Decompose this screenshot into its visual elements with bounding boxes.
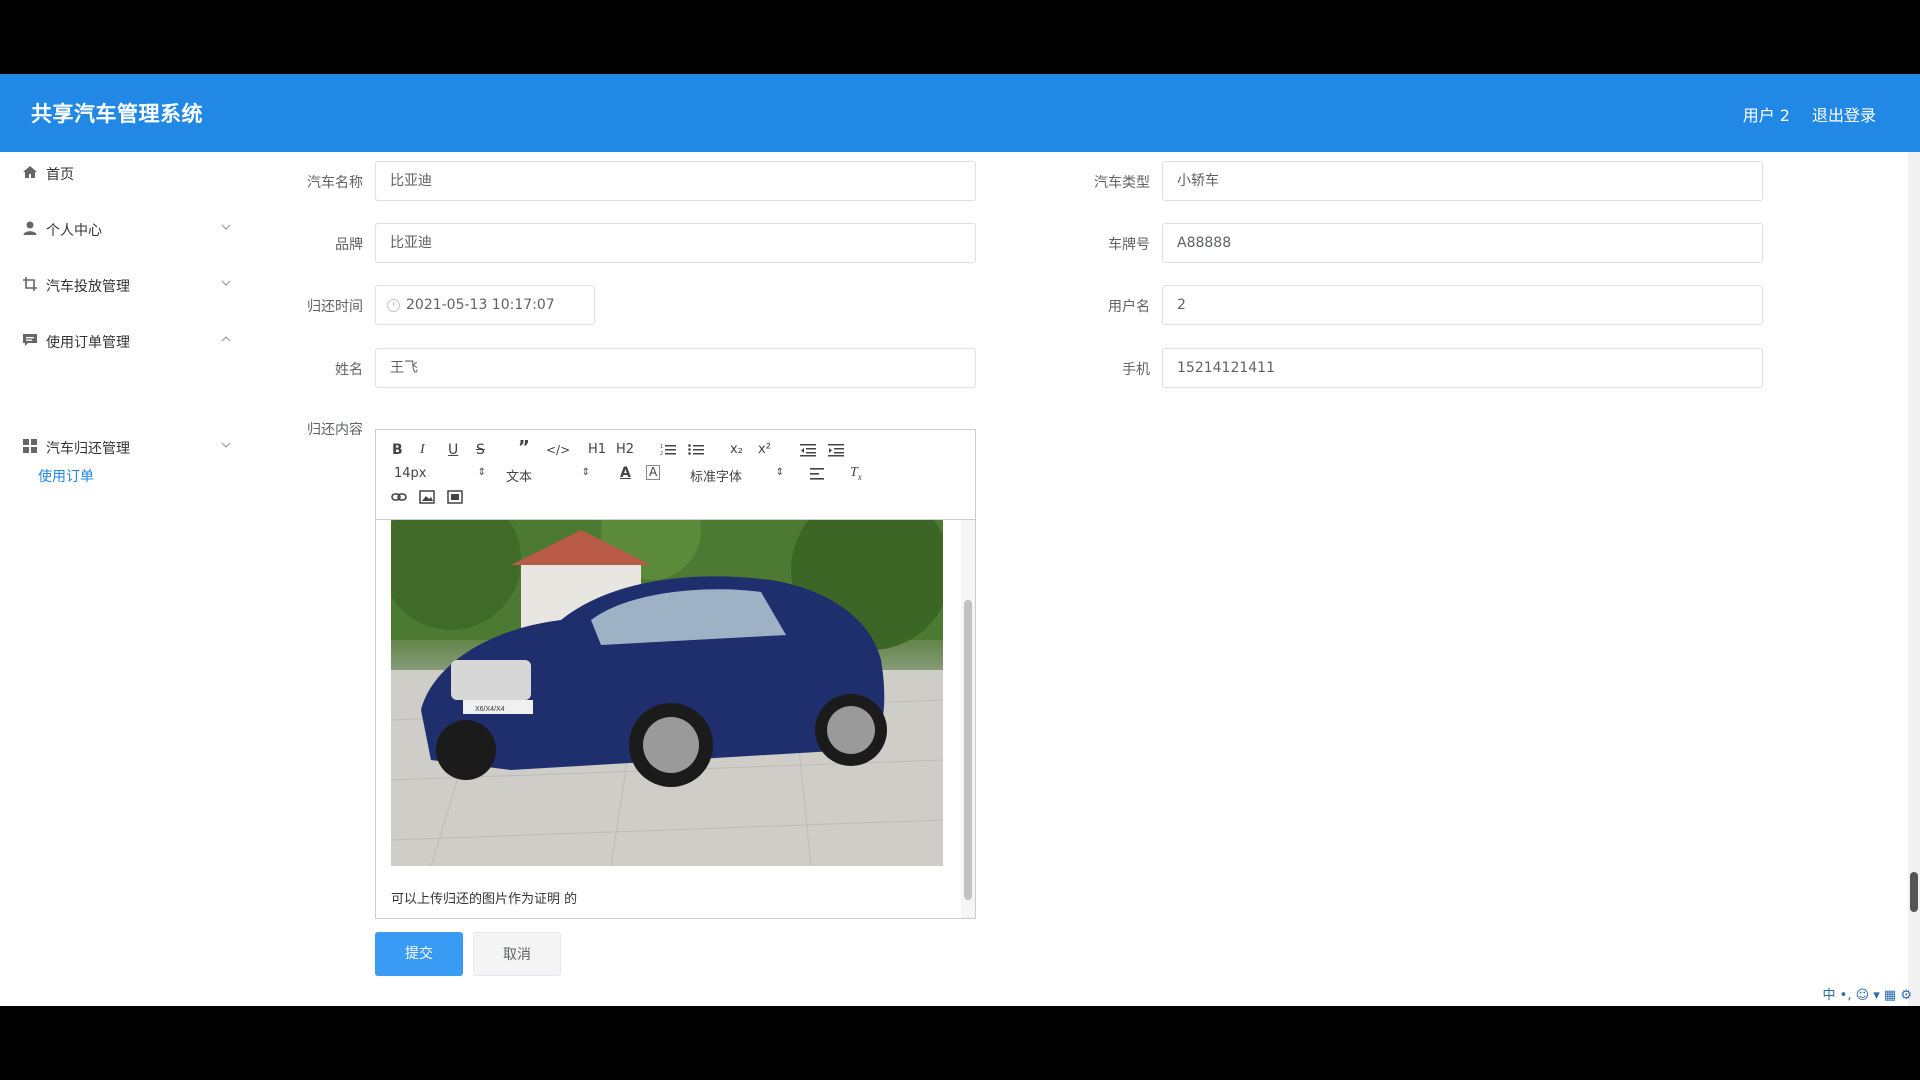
chevron-up-icon [221, 336, 231, 342]
editor-content[interactable]: X6/X4/X4 可以上传归还的图片作为证明 的 [376, 520, 975, 918]
logout-link[interactable]: 退出登录 [1812, 102, 1876, 126]
username-label: 用户名 [1108, 299, 1150, 315]
name-label: 姓名 [335, 362, 363, 378]
select-arrow-icon: ⇕ [581, 467, 590, 478]
font-color-icon[interactable]: A [620, 465, 631, 481]
superscript-icon[interactable]: x² [758, 442, 771, 458]
current-user: 用户 2 [1742, 106, 1790, 125]
chevron-down-icon [221, 442, 231, 448]
car-photo-illustration: X6/X4/X4 [391, 520, 943, 866]
editor-text: 可以上传归还的图片作为证明 的 [391, 892, 578, 907]
sidebar-item-order-management[interactable]: 使用订单管理 [0, 320, 250, 360]
bullet-list-icon[interactable] [688, 443, 704, 457]
brand-label: 品牌 [335, 237, 363, 253]
font-size-value: 14px [394, 466, 427, 481]
sidebar-item-label: 首页 [46, 167, 74, 183]
plate-input[interactable]: A88888 [1162, 223, 1763, 263]
username-input[interactable]: 2 [1162, 285, 1763, 325]
blockquote-icon[interactable]: ” [518, 439, 530, 457]
return-content-label: 归还内容 [307, 422, 363, 438]
code-icon[interactable]: </> [546, 442, 570, 458]
editor-scroll-thumb[interactable] [964, 600, 972, 900]
comment-icon [23, 334, 37, 346]
phone-input[interactable]: 15214121411 [1162, 348, 1763, 388]
select-arrow-icon: ⇕ [477, 467, 486, 478]
sidebar-item-label: 个人中心 [46, 223, 102, 239]
app-title: 共享汽车管理系统 [31, 102, 203, 126]
cancel-button[interactable]: 取消 [473, 932, 561, 976]
svg-text:2: 2 [660, 451, 663, 457]
sidebar-item-home[interactable]: 首页 [0, 152, 250, 192]
return-time-label: 归还时间 [307, 299, 363, 315]
letterbox-top [0, 0, 1920, 74]
background-color-icon[interactable]: A [646, 465, 661, 480]
ime-toolbar[interactable]: 中 •, ☺ ▾ ▦ ⚙ [1823, 984, 1912, 1006]
ordered-list-icon[interactable]: 12 [660, 443, 676, 457]
video-icon[interactable] [447, 490, 463, 504]
font-size-select[interactable]: 14px ⇕ [394, 466, 486, 481]
sidebar-item-car-return[interactable]: 汽车归还管理 [0, 426, 250, 466]
user-icon [23, 221, 37, 235]
letterbox-bottom [0, 1006, 1920, 1080]
car-type-input[interactable]: 小轿车 [1162, 161, 1763, 201]
car-name-input[interactable]: 比亚迪 [375, 161, 976, 201]
font-family-select[interactable]: 标准字体 ⇕ [690, 466, 784, 485]
clock-icon [387, 299, 400, 312]
return-time-picker[interactable]: 2021-05-13 10:17:07 [375, 285, 595, 325]
strike-icon[interactable]: S [476, 442, 485, 458]
outdent-icon[interactable] [800, 443, 816, 457]
page-scrollbar[interactable] [1908, 152, 1920, 1006]
indent-icon[interactable] [828, 443, 844, 457]
align-icon[interactable] [810, 468, 824, 480]
home-icon [23, 166, 37, 178]
block-type-select[interactable]: 文本 ⇕ [506, 466, 590, 485]
sidebar-item-label: 使用订单管理 [46, 335, 130, 351]
select-arrow-icon: ⇕ [775, 467, 784, 478]
crop-icon [23, 277, 37, 291]
sidebar-item-label: 汽车归还管理 [46, 441, 130, 457]
clear-format-icon[interactable]: Tx [850, 465, 862, 485]
underline-icon[interactable]: U [448, 442, 458, 458]
sidebar: 首页 个人中心 汽车投放管理 使用订单管理 使用订单 汽车归还管理 [0, 152, 280, 1006]
app-window: 共享汽车管理系统 用户 2 退出登录 首页 个人中心 汽车投放管理 使用订单管理… [0, 74, 1920, 1006]
return-time-value: 2021-05-13 10:17:07 [406, 297, 555, 313]
submit-button[interactable]: 提交 [375, 932, 463, 976]
image-icon[interactable] [419, 490, 435, 504]
italic-icon[interactable]: I [420, 442, 425, 458]
sidebar-item-car-deployment[interactable]: 汽车投放管理 [0, 264, 250, 304]
grid-icon [23, 439, 37, 453]
link-icon[interactable] [391, 490, 407, 504]
header-bar: 共享汽车管理系统 用户 2 退出登录 [0, 74, 1920, 152]
editor-scrollbar[interactable] [961, 520, 975, 918]
page-scroll-thumb[interactable] [1910, 872, 1918, 912]
heading1-icon[interactable]: H1 [588, 442, 606, 458]
plate-label: 车牌号 [1108, 237, 1150, 253]
block-type-value: 文本 [506, 470, 533, 485]
editor-toolbar: B I U S ” </> H1 H2 12 x₂ x² 14px ⇕ 文本 ⇕ A… [376, 430, 975, 520]
phone-label: 手机 [1122, 362, 1150, 378]
car-type-label: 汽车类型 [1094, 175, 1150, 191]
sidebar-subitem-orders[interactable]: 使用订单 [38, 466, 94, 486]
sidebar-item-label: 汽车投放管理 [46, 279, 130, 295]
chevron-down-icon [221, 280, 231, 286]
heading2-icon[interactable]: H2 [616, 442, 634, 458]
brand-input[interactable]: 比亚迪 [375, 223, 976, 263]
sidebar-item-personal-center[interactable]: 个人中心 [0, 208, 250, 248]
name-input[interactable]: 王飞 [375, 348, 976, 388]
subscript-icon[interactable]: x₂ [730, 442, 743, 458]
car-name-label: 汽车名称 [307, 175, 363, 191]
car-photo: X6/X4/X4 [391, 520, 943, 866]
license-plate-text: X6/X4/X4 [475, 706, 505, 713]
bold-icon[interactable]: B [392, 442, 403, 458]
svg-text:1: 1 [660, 444, 663, 450]
font-family-value: 标准字体 [690, 470, 743, 485]
rich-text-editor: B I U S ” </> H1 H2 12 x₂ x² 14px ⇕ 文本 ⇕ A… [375, 429, 976, 919]
chevron-down-icon [221, 224, 231, 230]
